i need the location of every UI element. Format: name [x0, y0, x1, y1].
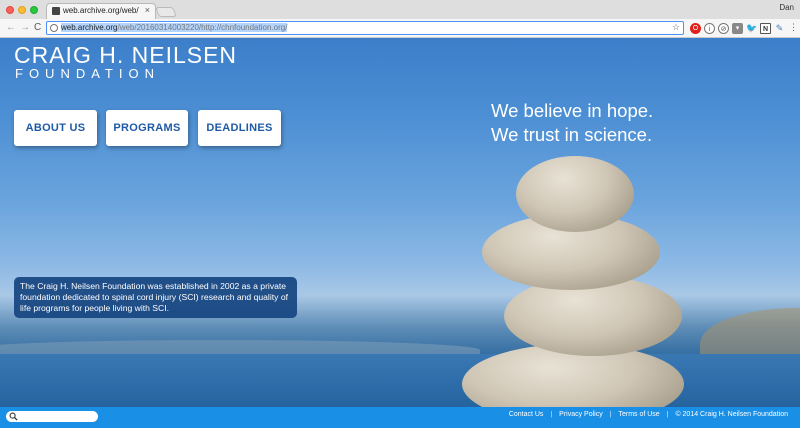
footer-separator: | [550, 411, 553, 418]
hero-tagline: We believe in hope. We trust in science. [491, 99, 653, 147]
block-extension-icon[interactable]: ⊘ [718, 23, 729, 34]
footer-links: Contact Us | Privacy Policy | Terms of U… [509, 411, 788, 418]
search-icon [9, 412, 18, 421]
minimize-window-button[interactable] [18, 6, 26, 14]
profile-name[interactable]: Dan [779, 3, 794, 12]
site-search-input[interactable] [6, 411, 98, 422]
tagline-line-1: We believe in hope. [491, 100, 654, 121]
site-footer: Contact Us | Privacy Policy | Terms of U… [0, 407, 800, 428]
foundation-intro-box: The Craig H. Neilsen Foundation was esta… [14, 277, 297, 318]
close-window-button[interactable] [6, 6, 14, 14]
footer-contact-link[interactable]: Contact Us [509, 411, 544, 418]
tab-close-icon[interactable]: × [145, 5, 150, 15]
site-logo[interactable]: CRAIG H. NEILSEN [14, 42, 237, 69]
twitter-extension-icon[interactable]: 🐦 [746, 23, 757, 34]
bookmark-star-icon[interactable]: ☆ [672, 22, 680, 33]
new-tab-button[interactable] [155, 7, 177, 17]
notes-extension-icon[interactable]: N [760, 23, 771, 34]
info-extension-icon[interactable]: i [704, 23, 715, 34]
footer-separator: | [666, 411, 669, 418]
footer-privacy-link[interactable]: Privacy Policy [559, 411, 603, 418]
url-text[interactable]: web.archive.org/web/20160314003220/http:… [61, 23, 288, 32]
tagline-line-2: We trust in science. [491, 124, 653, 145]
nav-programs-button[interactable]: PROGRAMS [106, 110, 188, 146]
edit-extension-icon[interactable]: ✎ [774, 23, 785, 34]
pocket-extension-icon[interactable]: ▾ [732, 23, 743, 34]
footer-copyright: © 2014 Craig H. Neilsen Foundation [675, 411, 788, 418]
tab-title: web.archive.org/web/2016031 [63, 6, 139, 15]
url-path: /web/20160314003220/ [117, 23, 202, 32]
stone-top [516, 156, 634, 232]
browser-toolbar: ← → C web.archive.org/web/20160314003220… [0, 19, 800, 38]
forward-button[interactable]: → [20, 22, 30, 34]
opera-extension-icon[interactable]: O [690, 23, 701, 34]
site-logo-subtitle[interactable]: FOUNDATION [15, 66, 160, 81]
page-viewport: CRAIG H. NEILSEN FOUNDATION ABOUT US PRO… [0, 38, 800, 428]
footer-separator: | [609, 411, 612, 418]
zoom-window-button[interactable] [30, 6, 38, 14]
browser-tab[interactable]: web.archive.org/web/2016031 × [46, 3, 156, 19]
address-bar[interactable]: web.archive.org/web/20160314003220/http:… [46, 21, 684, 35]
url-host: web.archive.org [61, 23, 118, 32]
stacked-stones-image [450, 148, 690, 428]
page-favicon-icon [52, 7, 60, 15]
browser-titlebar: web.archive.org/web/2016031 × Dan [0, 0, 800, 19]
back-button[interactable]: ← [6, 22, 16, 34]
browser-menu-icon[interactable]: ⋮ [789, 22, 798, 33]
nav-deadlines-button[interactable]: DEADLINES [198, 110, 281, 146]
footer-terms-link[interactable]: Terms of Use [618, 411, 659, 418]
nav-about-us-button[interactable]: ABOUT US [14, 110, 97, 146]
reload-button[interactable]: C [34, 22, 41, 34]
page-info-icon[interactable] [50, 24, 58, 32]
url-rest: http://chnfoundation.org/ [201, 23, 288, 32]
